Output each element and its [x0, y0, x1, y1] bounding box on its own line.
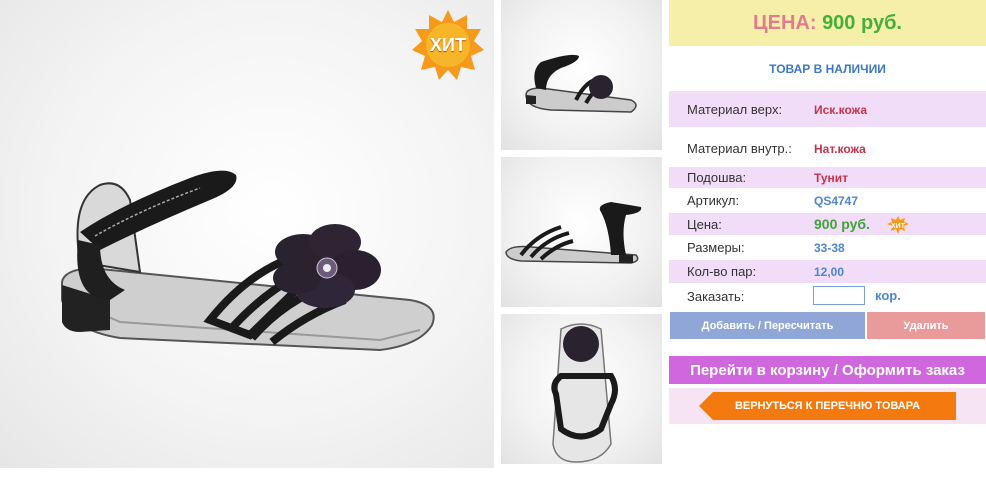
hit-badge: ХИТ [411, 8, 485, 82]
spec-row-upper-material: Материал верх: Иск.кожа [669, 91, 986, 127]
spec-label: Подошва: [687, 170, 747, 185]
spec-label: Цена: [687, 217, 722, 232]
spec-value: Тунит [814, 171, 849, 185]
spec-value: QS4747 [814, 194, 859, 208]
spec-row-article: Артикул: QS4747 [669, 190, 986, 211]
spec-label: Кол-во пар: [687, 264, 757, 279]
spec-row-price: Цена: 900 руб. [669, 213, 986, 235]
spec-value: Нат.кожа [814, 142, 866, 156]
price-header-label: ЦЕНА: [753, 12, 817, 34]
add-recalculate-button[interactable]: Добавить / Пересчитать [670, 312, 865, 339]
hit-mini-text: ХИТ [891, 223, 906, 230]
back-bar: ВЕРНУТЬСЯ К ПЕРЕЧНЮ ТОВАРА [669, 388, 986, 424]
stock-status: ТОВАР В НАЛИЧИИ [769, 62, 886, 76]
back-to-list-label: ВЕРНУТЬСЯ К ПЕРЕЧНЮ ТОВАРА [734, 400, 921, 412]
thumbnail-2[interactable] [501, 157, 662, 307]
hit-badge-text: ХИТ [430, 35, 466, 55]
price-header: ЦЕНА: 900 руб. [669, 0, 986, 46]
sandal-top-image [551, 323, 618, 463]
spec-row-sizes: Размеры: 33-38 [669, 237, 986, 258]
spec-value: 33-38 [814, 241, 845, 255]
back-to-list-button[interactable]: ВЕРНУТЬСЯ К ПЕРЕЧНЮ ТОВАРА [699, 392, 956, 420]
hit-mini-icon: ХИТ [887, 216, 909, 234]
spec-value: 12,00 [814, 265, 845, 279]
spec-row-inner-material: Материал внутр.: Нат.кожа [669, 130, 986, 166]
spec-label: Размеры: [687, 240, 745, 255]
order-unit: кор. [875, 288, 901, 303]
spec-label: Материал верх: [687, 102, 783, 117]
spec-value: Иск.кожа [814, 103, 867, 117]
spec-row-pairs: Кол-во пар: 12,00 [669, 260, 986, 283]
sandal-side-image [525, 54, 637, 113]
thumbnail-3[interactable] [501, 314, 662, 464]
sandal-back-image [505, 202, 642, 264]
price-header-value: 900 руб. [822, 12, 902, 34]
order-quantity-input[interactable] [813, 286, 865, 305]
thumbnail-1[interactable] [501, 0, 662, 150]
delete-button[interactable]: Удалить [867, 312, 985, 339]
order-label: Заказать: [687, 289, 745, 304]
spec-label: Материал внутр.: [687, 141, 792, 156]
spec-label: Артикул: [687, 193, 740, 208]
go-to-cart-button[interactable]: Перейти в корзину / Оформить заказ [669, 356, 986, 384]
spec-row-sole: Подошва: Тунит [669, 167, 986, 188]
spec-value: 900 руб. [814, 216, 870, 232]
